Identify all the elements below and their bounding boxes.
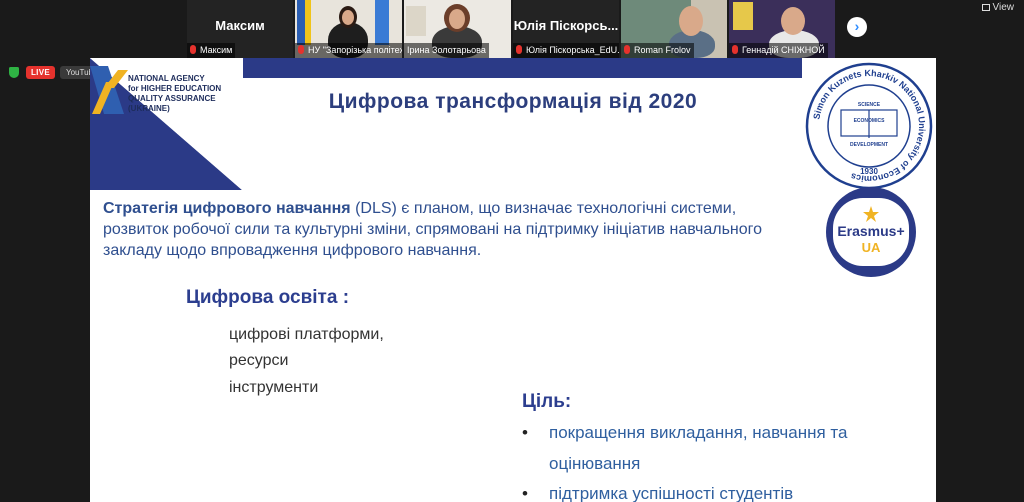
header-bar <box>243 58 802 78</box>
participant-caption: Юлія Піскорська_EdU... <box>513 43 619 58</box>
strategy-paragraph: Стратегія цифрового навчання (DLS) є пла… <box>103 200 763 259</box>
muted-mic-icon <box>624 45 630 54</box>
participant-name: Максим <box>215 18 265 33</box>
svg-text:UA: UA <box>862 240 881 255</box>
erasmus-logo: Erasmus+ UA <box>825 186 917 278</box>
participant-tile[interactable]: Roman Frolov <box>621 0 727 58</box>
participant-tile[interactable]: Юлія Піскорсь... Юлія Піскорська_EdU... <box>513 0 619 58</box>
participant-gallery: Максим Максим НУ "Запорізька політехні..… <box>0 0 1024 58</box>
participant-caption: Геннадій СНІЖНОЙ <box>729 43 828 58</box>
strategy-term: Стратегія цифрового навчання <box>103 200 351 217</box>
live-badge[interactable]: LIVE <box>26 66 55 79</box>
grid-icon <box>981 4 990 11</box>
svg-text:ECONOMICS: ECONOMICS <box>854 118 886 124</box>
svg-text:SCIENCE: SCIENCE <box>858 102 881 108</box>
svg-text:DEVELOPMENT: DEVELOPMENT <box>850 142 888 148</box>
muted-mic-icon <box>190 45 196 54</box>
list-item: інструменти <box>229 379 319 396</box>
svg-text:Erasmus+: Erasmus+ <box>837 223 904 239</box>
goal-heading: Ціль: <box>522 391 572 412</box>
participant-tile[interactable]: Ірина Золотарьова <box>404 0 511 58</box>
right-margin <box>936 58 1024 502</box>
participant-tile[interactable]: Максим Максим <box>187 0 293 58</box>
svg-text:1930: 1930 <box>860 167 878 176</box>
university-seal: Simon Kuznets Kharkiv National Universit… <box>805 62 933 190</box>
participant-caption: Максим <box>187 43 236 58</box>
participant-caption: НУ "Запорізька політехні... <box>295 43 402 58</box>
muted-mic-icon <box>732 45 738 54</box>
list-item: ресурси <box>229 352 289 369</box>
agency-logo: NATIONAL AGENCY for HIGHER EDUCATION QUA… <box>90 58 242 190</box>
muted-mic-icon <box>298 45 304 54</box>
muted-mic-icon <box>516 45 522 54</box>
shared-slide: NATIONAL AGENCY for HIGHER EDUCATION QUA… <box>90 58 936 502</box>
list-item: цифрові платформи, <box>229 326 384 343</box>
next-page-button[interactable]: › <box>847 17 867 37</box>
participant-caption: Ірина Золотарьова <box>404 43 489 58</box>
view-button[interactable]: View <box>981 2 1014 13</box>
participant-tile[interactable]: НУ "Запорізька політехні... <box>295 0 402 58</box>
shield-icon <box>9 67 19 78</box>
participant-name: Юлія Піскорсь... <box>513 18 619 33</box>
participant-caption: Roman Frolov <box>621 43 694 58</box>
participant-tile[interactable]: Геннадій СНІЖНОЙ <box>729 0 835 58</box>
section-heading: Цифрова освіта : <box>186 287 350 308</box>
